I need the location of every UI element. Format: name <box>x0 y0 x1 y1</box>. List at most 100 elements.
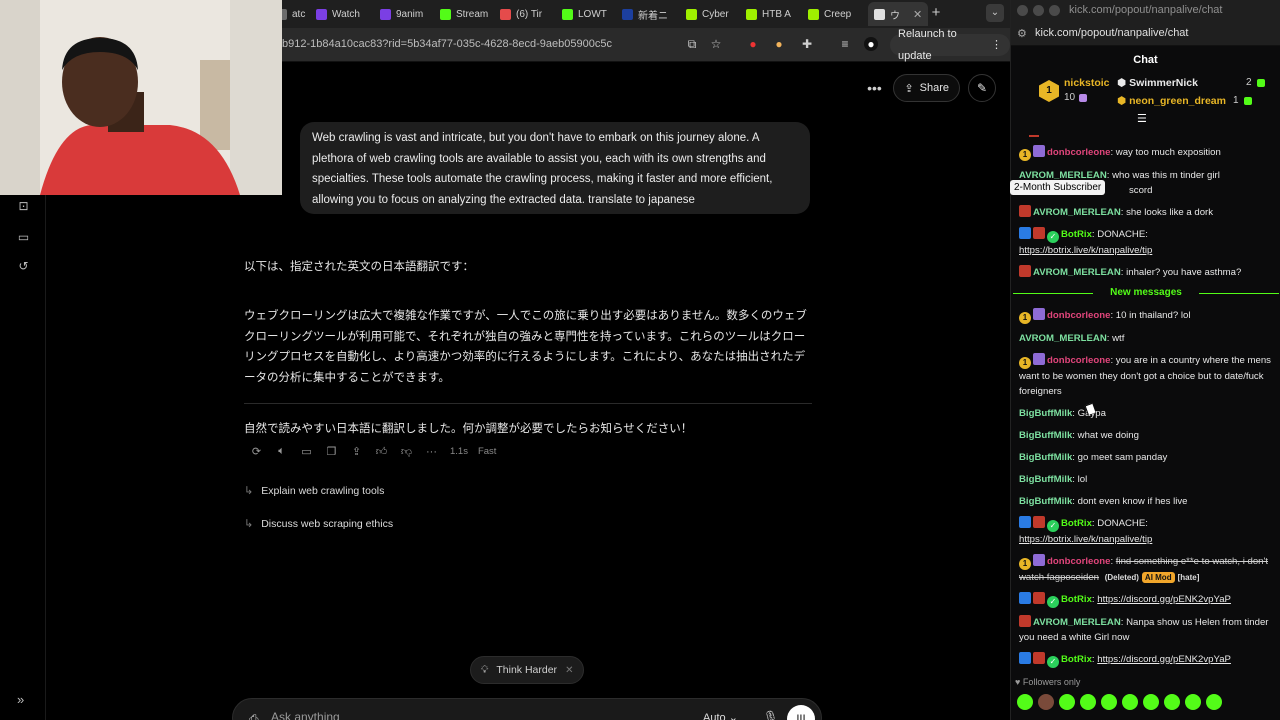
chat-username[interactable]: AVROM_MERLEAN <box>1019 333 1107 344</box>
bookmark-star-icon[interactable]: ☆ <box>709 37 723 51</box>
chat-username[interactable]: BigBuffMilk <box>1019 430 1072 441</box>
emote-icon[interactable] <box>1122 694 1138 710</box>
chat-link[interactable]: https://botrix.live/k/nanpalive/tip <box>1019 245 1152 256</box>
maximize-window-button[interactable] <box>1049 5 1060 16</box>
emote-icon[interactable] <box>1185 694 1201 710</box>
browser-tab[interactable]: (6) Tir <box>500 4 552 24</box>
folder-icon[interactable]: ▭ <box>17 231 30 244</box>
chat-username[interactable]: donbcorleone <box>1047 310 1110 321</box>
chat-username[interactable]: BotRix <box>1061 594 1092 605</box>
thumbs-down-icon[interactable]: 👎︎ <box>394 445 419 458</box>
followup-suggestion[interactable]: ↳ Explain web crawling tools <box>244 484 384 498</box>
gifter-badge-icon[interactable] <box>1033 554 1045 566</box>
share-button[interactable]: ⇪ Share <box>893 74 960 102</box>
emote-icon[interactable] <box>1017 694 1033 710</box>
subscriber-badge-icon[interactable]: 1 <box>1019 558 1031 570</box>
leaderboard-user[interactable]: ⬢ SwimmerNick <box>1117 77 1198 89</box>
og-badge-icon[interactable] <box>1019 205 1031 217</box>
chat-username[interactable]: BigBuffMilk <box>1019 452 1072 463</box>
minimize-window-button[interactable] <box>1033 5 1044 16</box>
chat-username[interactable]: donbcorleone <box>1047 147 1110 158</box>
browser-tab[interactable]: Creep <box>808 4 856 24</box>
chat-link[interactable]: https://discord.gg/pENK2vpYaP <box>1097 654 1231 665</box>
extension-orange-icon[interactable]: ● <box>772 37 786 51</box>
relaunch-to-update-button[interactable]: Relaunch to update ⋮ <box>890 28 1010 62</box>
bot-badge-icon[interactable] <box>1019 652 1031 664</box>
chat-username[interactable]: BotRix <box>1061 654 1092 665</box>
browser-tab[interactable]: HTB A <box>746 4 794 24</box>
profile-avatar-icon[interactable]: ● <box>864 37 878 51</box>
new-image-icon[interactable]: ⊡ <box>17 200 30 213</box>
og-badge-icon[interactable] <box>1033 516 1045 528</box>
message-composer[interactable]: ⎙ Ask anything Auto ⌄ 🎙︎ ||| <box>232 698 822 720</box>
new-chat-edit-button[interactable]: ✎ <box>968 74 996 102</box>
og-badge-icon[interactable] <box>1019 615 1031 627</box>
expand-sidebar-icon[interactable]: » <box>17 692 24 707</box>
media-controls-icon[interactable]: ≡ <box>838 37 852 51</box>
chat-username[interactable]: donbcorleone <box>1047 556 1110 567</box>
gifter-badge-icon[interactable] <box>1033 145 1045 157</box>
attach-icon[interactable]: ⎙ <box>249 712 259 720</box>
history-icon[interactable]: ↺ <box>17 260 30 273</box>
subscriber-badge-icon[interactable]: 1 <box>1019 149 1031 161</box>
install-app-icon[interactable]: ⧉ <box>685 37 699 51</box>
browser-tab[interactable]: Cyber <box>686 4 732 24</box>
address-bar[interactable]: b912-1b84a10cac83?rid=5b34af77-035c-4628… <box>282 38 612 50</box>
comment-icon[interactable]: ▭ <box>294 445 319 458</box>
more-icon[interactable]: ··· <box>419 446 444 458</box>
leaderboard-user[interactable]: nickstoic <box>1064 77 1110 89</box>
share-response-icon[interactable]: ⇪ <box>344 445 369 458</box>
og-badge-icon[interactable] <box>1033 227 1045 239</box>
chat-username[interactable]: BigBuffMilk <box>1019 474 1072 485</box>
gifter-badge-icon[interactable] <box>1033 308 1045 320</box>
remove-chip-icon[interactable]: ✕ <box>565 665 573 676</box>
site-info-icon[interactable]: ⚙︎ <box>1017 27 1027 40</box>
verified-badge-icon[interactable]: ✓ <box>1047 596 1059 608</box>
copy-icon[interactable]: ❐ <box>319 445 344 458</box>
chat-link[interactable]: https://botrix.live/k/nanpalive/tip <box>1019 534 1152 545</box>
tab-search-button[interactable]: ⌄ <box>986 4 1004 22</box>
more-options-button[interactable]: ••• <box>863 80 885 96</box>
thumbs-up-icon[interactable]: 👍︎ <box>369 445 394 458</box>
bot-badge-icon[interactable] <box>1019 516 1031 528</box>
emote-icon[interactable] <box>1059 694 1075 710</box>
emote-icon[interactable] <box>1206 694 1222 710</box>
followup-suggestion[interactable]: ↳ Discuss web scraping ethics <box>244 517 393 531</box>
chat-username[interactable]: BigBuffMilk <box>1019 408 1072 419</box>
bot-badge-icon[interactable] <box>1019 592 1031 604</box>
emote-icon[interactable] <box>1080 694 1096 710</box>
browser-tab[interactable]: LOWT <box>562 4 608 24</box>
og-badge-icon[interactable] <box>1019 265 1031 277</box>
browser-tab[interactable]: 9anim <box>380 4 424 24</box>
browser-tab[interactable]: Stream <box>440 4 490 24</box>
bot-badge-icon[interactable] <box>1019 227 1031 239</box>
chat-username[interactable]: donbcorleone <box>1047 355 1110 366</box>
verified-badge-icon[interactable]: ✓ <box>1047 656 1059 668</box>
gifter-badge-icon[interactable] <box>1033 353 1045 365</box>
og-badge-icon[interactable] <box>1033 592 1045 604</box>
emote-icon[interactable] <box>1038 694 1054 710</box>
chat-username[interactable]: BigBuffMilk <box>1019 496 1072 507</box>
voice-mode-button[interactable]: ||| <box>787 705 815 720</box>
chat-link[interactable]: https://discord.gg/pENK2vpYaP <box>1097 594 1231 605</box>
verified-badge-icon[interactable]: ✓ <box>1047 520 1059 532</box>
chat-username[interactable]: AVROM_MERLEAN <box>1033 617 1121 628</box>
read-aloud-icon[interactable]: 🔈︎ <box>269 445 294 458</box>
chat-username[interactable]: AVROM_MERLEAN <box>1033 267 1121 278</box>
microphone-icon[interactable]: 🎙︎ <box>763 710 778 720</box>
subscriber-badge-icon[interactable]: 1 <box>1019 312 1031 324</box>
verified-badge-icon[interactable]: ✓ <box>1047 231 1059 243</box>
chat-username[interactable]: BotRix <box>1061 518 1092 529</box>
think-harder-chip[interactable]: 💡︎ Think Harder ✕ <box>470 656 585 684</box>
expand-leaderboard-icon[interactable]: ☰ <box>1137 112 1147 125</box>
chat-username[interactable]: AVROM_MERLEAN <box>1033 207 1121 218</box>
og-badge-icon[interactable] <box>1033 652 1045 664</box>
extensions-puzzle-icon[interactable]: ✚ <box>800 37 814 51</box>
mode-selector[interactable]: Auto ⌄ <box>703 711 738 720</box>
regenerate-icon[interactable]: ⟳ <box>244 445 269 458</box>
emote-icon[interactable] <box>1143 694 1159 710</box>
close-tab-icon[interactable]: ✕ <box>913 8 922 21</box>
leaderboard-user[interactable]: ⬢ neon_green_dream <box>1117 95 1226 107</box>
new-tab-button[interactable]: + <box>928 4 944 21</box>
browser-tab[interactable]: 新着ニ <box>622 4 674 24</box>
